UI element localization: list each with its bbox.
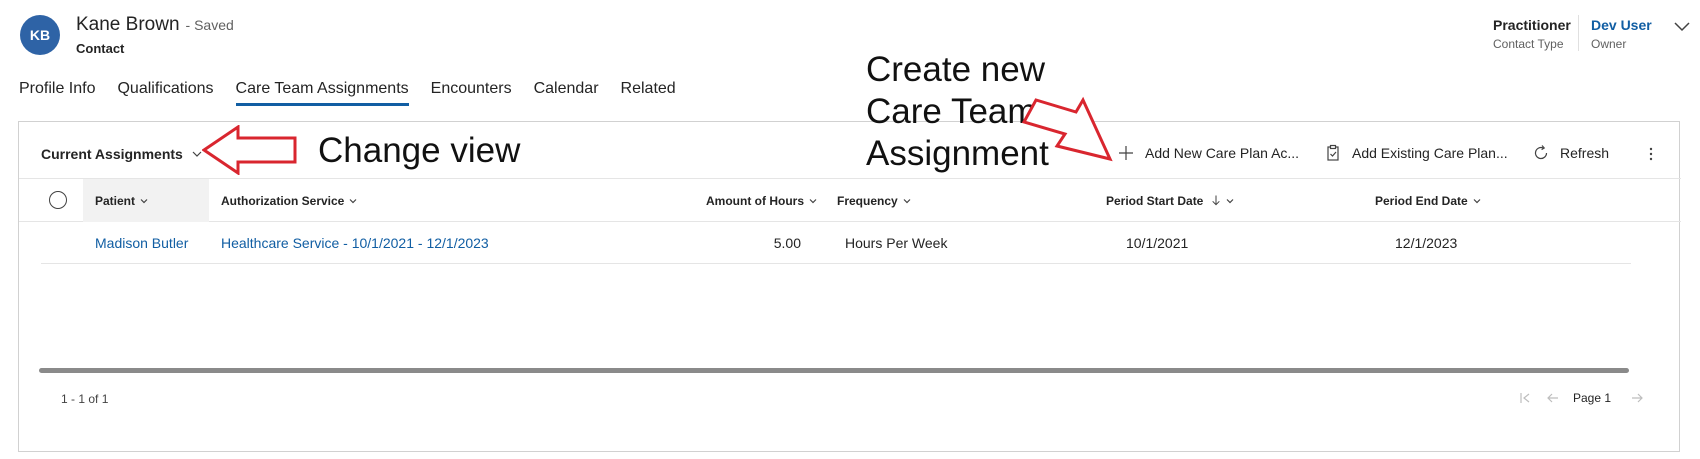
tab-related[interactable]: Related bbox=[621, 80, 676, 106]
view-selector-label: Current Assignments bbox=[41, 146, 183, 162]
chevron-down-icon[interactable] bbox=[1672, 16, 1692, 36]
contact-type-value: Practitioner bbox=[1493, 17, 1571, 33]
avatar: KB bbox=[20, 15, 60, 55]
chevron-down-icon bbox=[1473, 198, 1481, 203]
column-header-amount-of-hours[interactable]: Amount of Hours bbox=[706, 179, 818, 222]
create-new-annotation-line2: Care Team bbox=[866, 92, 1037, 131]
owner-value[interactable]: Dev User bbox=[1591, 17, 1652, 33]
save-status: - Saved bbox=[185, 17, 234, 33]
record-count: 1 - 1 of 1 bbox=[61, 392, 109, 406]
add-existing-care-plan-button[interactable]: Add Existing Care Plan... bbox=[1324, 144, 1508, 162]
period-start-date-cell: 10/1/2021 bbox=[1126, 235, 1189, 251]
tab-calendar[interactable]: Calendar bbox=[534, 80, 599, 106]
tab-profile-info[interactable]: Profile Info bbox=[19, 80, 95, 106]
column-header-label: Period Start Date bbox=[1106, 193, 1204, 208]
first-page-icon[interactable] bbox=[1517, 390, 1533, 406]
create-new-annotation-line1: Create new bbox=[866, 50, 1045, 89]
tab-qualifications[interactable]: Qualifications bbox=[117, 80, 213, 106]
chevron-down-icon bbox=[809, 198, 817, 203]
record-title: Kane Brown - Saved bbox=[76, 14, 234, 36]
chevron-down-icon bbox=[140, 198, 148, 203]
authorization-service-link[interactable]: Healthcare Service - 10/1/2021 - 12/1/20… bbox=[221, 222, 489, 264]
owner-label: Owner bbox=[1591, 37, 1627, 51]
tab-encounters[interactable]: Encounters bbox=[431, 80, 512, 106]
page-label: Page 1 bbox=[1573, 391, 1612, 405]
refresh-icon bbox=[1534, 145, 1548, 160]
add-new-label: Add New Care Plan Ac... bbox=[1145, 145, 1300, 161]
contact-type-field: Practitioner Contact Type bbox=[1493, 17, 1571, 51]
contact-type-label: Contact Type bbox=[1493, 37, 1564, 51]
more-vertical-icon[interactable] bbox=[1641, 144, 1661, 164]
record-name: Kane Brown bbox=[76, 14, 180, 35]
column-header-authorization-service[interactable]: Authorization Service bbox=[221, 179, 358, 222]
create-new-arrow bbox=[1021, 96, 1113, 162]
chevron-down-icon bbox=[1226, 198, 1234, 203]
owner-field[interactable]: Dev User Owner bbox=[1591, 17, 1652, 51]
select-all-radio[interactable] bbox=[49, 191, 67, 209]
grid-header: Patient Authorization Service Amount of … bbox=[19, 178, 1681, 222]
next-page-icon[interactable] bbox=[1629, 390, 1645, 406]
column-header-label: Authorization Service bbox=[221, 193, 345, 208]
view-selector[interactable]: Current Assignments bbox=[41, 146, 203, 162]
add-existing-label: Add Existing Care Plan... bbox=[1352, 145, 1508, 161]
column-header-patient[interactable]: Patient bbox=[83, 179, 209, 222]
plus-icon bbox=[1119, 146, 1133, 160]
chevron-down-icon bbox=[349, 198, 357, 203]
column-header-period-end-date[interactable]: Period End Date bbox=[1375, 179, 1482, 222]
refresh-button[interactable]: Refresh bbox=[1532, 144, 1609, 162]
refresh-label: Refresh bbox=[1560, 145, 1610, 161]
change-view-arrow bbox=[202, 125, 297, 175]
frequency-cell: Hours Per Week bbox=[845, 235, 948, 251]
column-header-label: Amount of Hours bbox=[706, 193, 804, 208]
clipboard-icon bbox=[1327, 144, 1339, 161]
column-header-period-start-date[interactable]: Period Start Date bbox=[1106, 179, 1235, 222]
tab-care-team-assignments[interactable]: Care Team Assignments bbox=[235, 80, 409, 106]
amount-of-hours-cell: 5.00 bbox=[773, 235, 801, 251]
record-page: KB Kane Brown - Saved Contact Practition… bbox=[0, 0, 1700, 459]
column-header-label: Period End Date bbox=[1375, 193, 1468, 208]
record-type: Contact bbox=[76, 41, 125, 56]
arrow-down-icon bbox=[1212, 195, 1221, 206]
chevron-down-icon bbox=[903, 198, 911, 203]
table-row[interactable]: Madison Butler Healthcare Service - 10/1… bbox=[41, 222, 1631, 264]
pager: Page 1 bbox=[1517, 390, 1645, 406]
change-view-annotation: Change view bbox=[318, 131, 521, 170]
patient-link[interactable]: Madison Butler bbox=[95, 222, 188, 264]
period-end-date-cell: 12/1/2023 bbox=[1395, 235, 1458, 251]
header-divider bbox=[1578, 15, 1579, 51]
column-header-label: Frequency bbox=[837, 193, 898, 208]
tab-bar: Profile Info Qualifications Care Team As… bbox=[19, 80, 698, 106]
add-new-care-plan-button[interactable]: Add New Care Plan Ac... bbox=[1117, 144, 1299, 162]
column-header-label: Patient bbox=[95, 193, 136, 208]
horizontal-scrollbar[interactable] bbox=[39, 368, 1629, 373]
previous-page-icon[interactable] bbox=[1545, 390, 1561, 406]
column-header-frequency[interactable]: Frequency bbox=[837, 179, 912, 222]
